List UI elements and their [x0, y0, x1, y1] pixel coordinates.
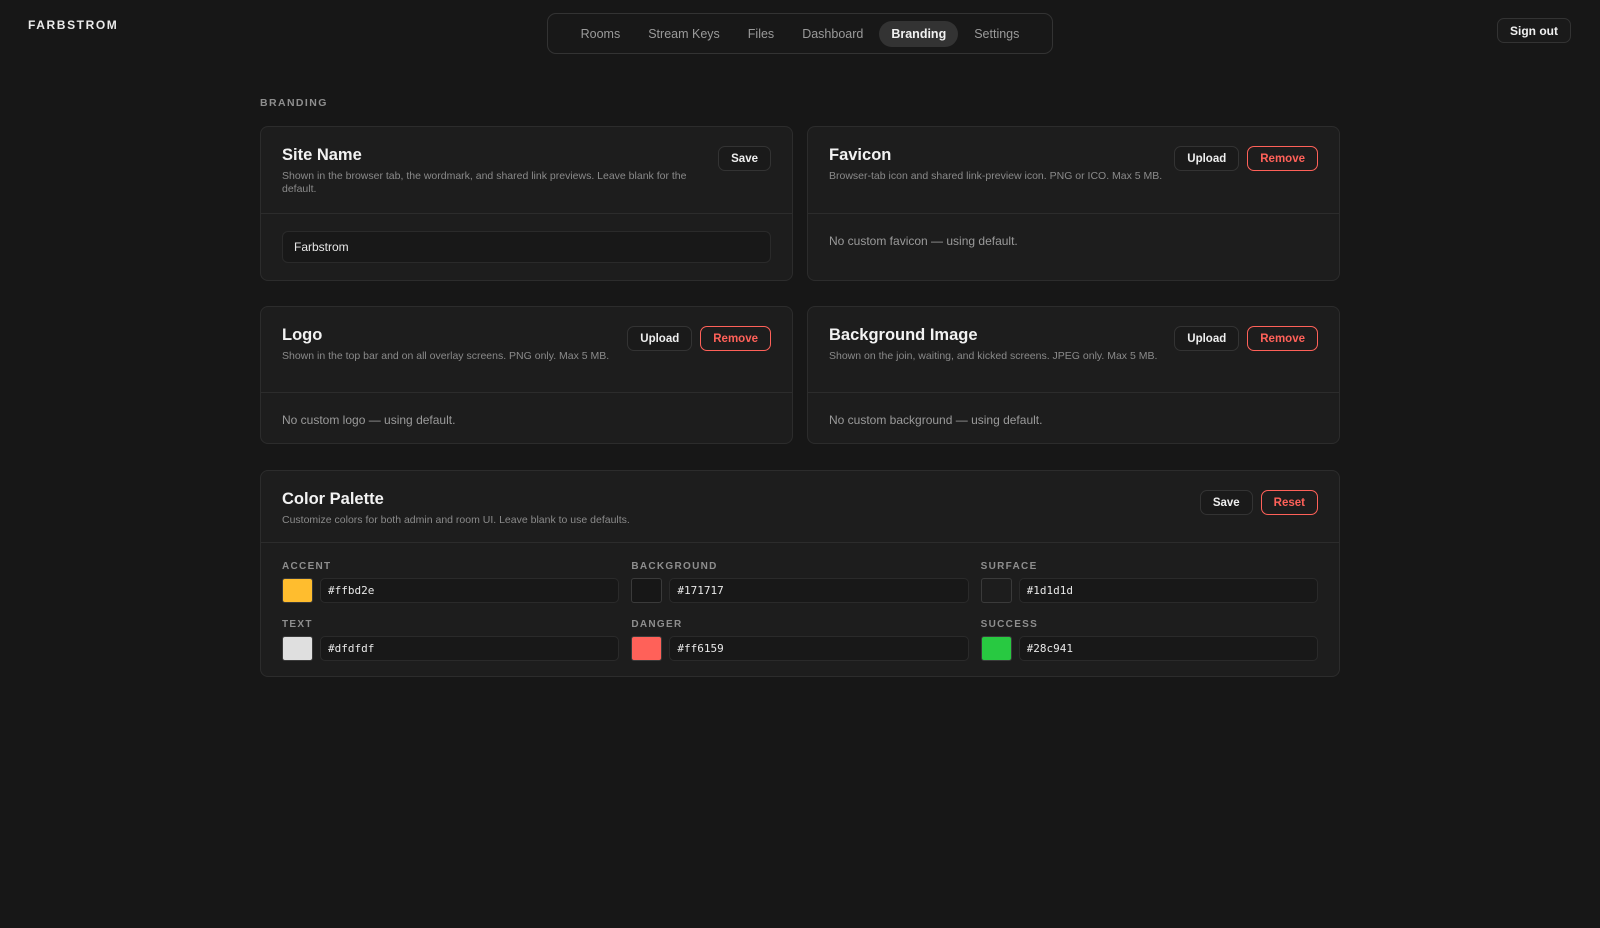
card-header: Favicon Browser-tab icon and shared link… — [808, 127, 1339, 214]
color-palette-card: Color Palette Customize colors for both … — [260, 470, 1340, 677]
sign-out-button[interactable]: Sign out — [1497, 18, 1571, 43]
site-name-card: Site Name Shown in the browser tab, the … — [260, 126, 793, 281]
remove-favicon-button[interactable]: Remove — [1247, 146, 1318, 171]
color-label: ACCENT — [282, 561, 332, 572]
brand-wordmark: FARBSTROM — [28, 18, 119, 32]
remove-logo-button[interactable]: Remove — [700, 326, 771, 351]
save-palette-button[interactable]: Save — [1199, 490, 1253, 515]
color-field-success: SUCCESS — [980, 619, 1318, 661]
upload-favicon-button[interactable]: Upload — [1174, 146, 1240, 171]
main-nav: Rooms Stream Keys Files Dashboard Brandi… — [547, 13, 1053, 54]
card-actions: Upload Remove — [1174, 326, 1318, 351]
color-label: DANGER — [631, 619, 683, 630]
color-label: SURFACE — [980, 561, 1038, 572]
upload-logo-button[interactable]: Upload — [627, 326, 693, 351]
color-swatch[interactable] — [631, 578, 663, 603]
logo-status: No custom logo — using default. — [282, 413, 456, 427]
color-field-background: BACKGROUND — [631, 561, 969, 603]
hex-input[interactable] — [320, 578, 620, 603]
site-name-input[interactable] — [282, 231, 771, 263]
card-header: Logo Shown in the top bar and on all ove… — [261, 307, 792, 393]
card-description: Customize colors for both admin and room… — [282, 514, 630, 526]
color-field-text: TEXT — [282, 619, 620, 661]
background-status: No custom background — using default. — [829, 413, 1043, 427]
card-description: Shown in the top bar and on all overlay … — [282, 350, 610, 362]
card-description: Shown on the join, waiting, and kicked s… — [829, 350, 1158, 362]
color-swatch[interactable] — [282, 636, 313, 661]
color-label: BACKGROUND — [631, 561, 718, 572]
upload-background-button[interactable]: Upload — [1174, 326, 1240, 351]
card-title: Color Palette — [282, 490, 384, 508]
section-heading: BRANDING — [260, 97, 328, 109]
favicon-card: Favicon Browser-tab icon and shared link… — [807, 126, 1340, 281]
color-grid: ACCENT BACKGROUND SURFACE TEXT — [261, 543, 1339, 661]
card-header: Background Image Shown on the join, wait… — [808, 307, 1339, 393]
card-actions: Upload Remove — [1174, 146, 1318, 171]
tab-files[interactable]: Files — [736, 21, 786, 47]
color-swatch[interactable] — [631, 636, 663, 661]
card-actions: Save — [718, 146, 771, 171]
reset-palette-button[interactable]: Reset — [1260, 490, 1318, 515]
color-field-surface: SURFACE — [980, 561, 1318, 603]
logo-card: Logo Shown in the top bar and on all ove… — [260, 306, 793, 444]
color-swatch[interactable] — [980, 578, 1012, 603]
color-field-accent: ACCENT — [282, 561, 620, 603]
color-field-danger: DANGER — [631, 619, 969, 661]
card-body — [261, 214, 792, 263]
card-header: Site Name Shown in the browser tab, the … — [261, 127, 792, 214]
card-actions: Save Reset — [1199, 490, 1318, 515]
background-image-card: Background Image Shown on the join, wait… — [807, 306, 1340, 444]
color-label: SUCCESS — [980, 619, 1039, 630]
card-body: No custom favicon — using default. — [808, 214, 1339, 248]
card-header: Color Palette Customize colors for both … — [261, 471, 1339, 543]
tab-dashboard[interactable]: Dashboard — [790, 21, 875, 47]
tab-stream-keys[interactable]: Stream Keys — [636, 21, 732, 47]
hex-input[interactable] — [669, 578, 969, 603]
hex-input[interactable] — [1018, 578, 1318, 603]
hex-input[interactable] — [669, 636, 969, 661]
favicon-status: No custom favicon — using default. — [829, 234, 1018, 248]
card-body: No custom background — using default. — [808, 393, 1339, 427]
color-swatch[interactable] — [282, 578, 313, 603]
hex-input[interactable] — [1018, 636, 1318, 661]
color-swatch[interactable] — [980, 636, 1012, 661]
tab-rooms[interactable]: Rooms — [569, 21, 633, 47]
tab-settings[interactable]: Settings — [962, 21, 1031, 47]
remove-background-button[interactable]: Remove — [1247, 326, 1318, 351]
tab-branding[interactable]: Branding — [879, 20, 959, 47]
card-description: Shown in the browser tab, the wordmark, … — [282, 170, 687, 195]
save-button[interactable]: Save — [718, 146, 771, 171]
card-description: Browser-tab icon and shared link-preview… — [829, 170, 1163, 182]
card-title: Site Name — [282, 146, 362, 164]
color-label: TEXT — [282, 619, 313, 630]
card-actions: Upload Remove — [627, 326, 771, 351]
card-body: No custom logo — using default. — [261, 393, 792, 427]
hex-input[interactable] — [320, 636, 620, 661]
